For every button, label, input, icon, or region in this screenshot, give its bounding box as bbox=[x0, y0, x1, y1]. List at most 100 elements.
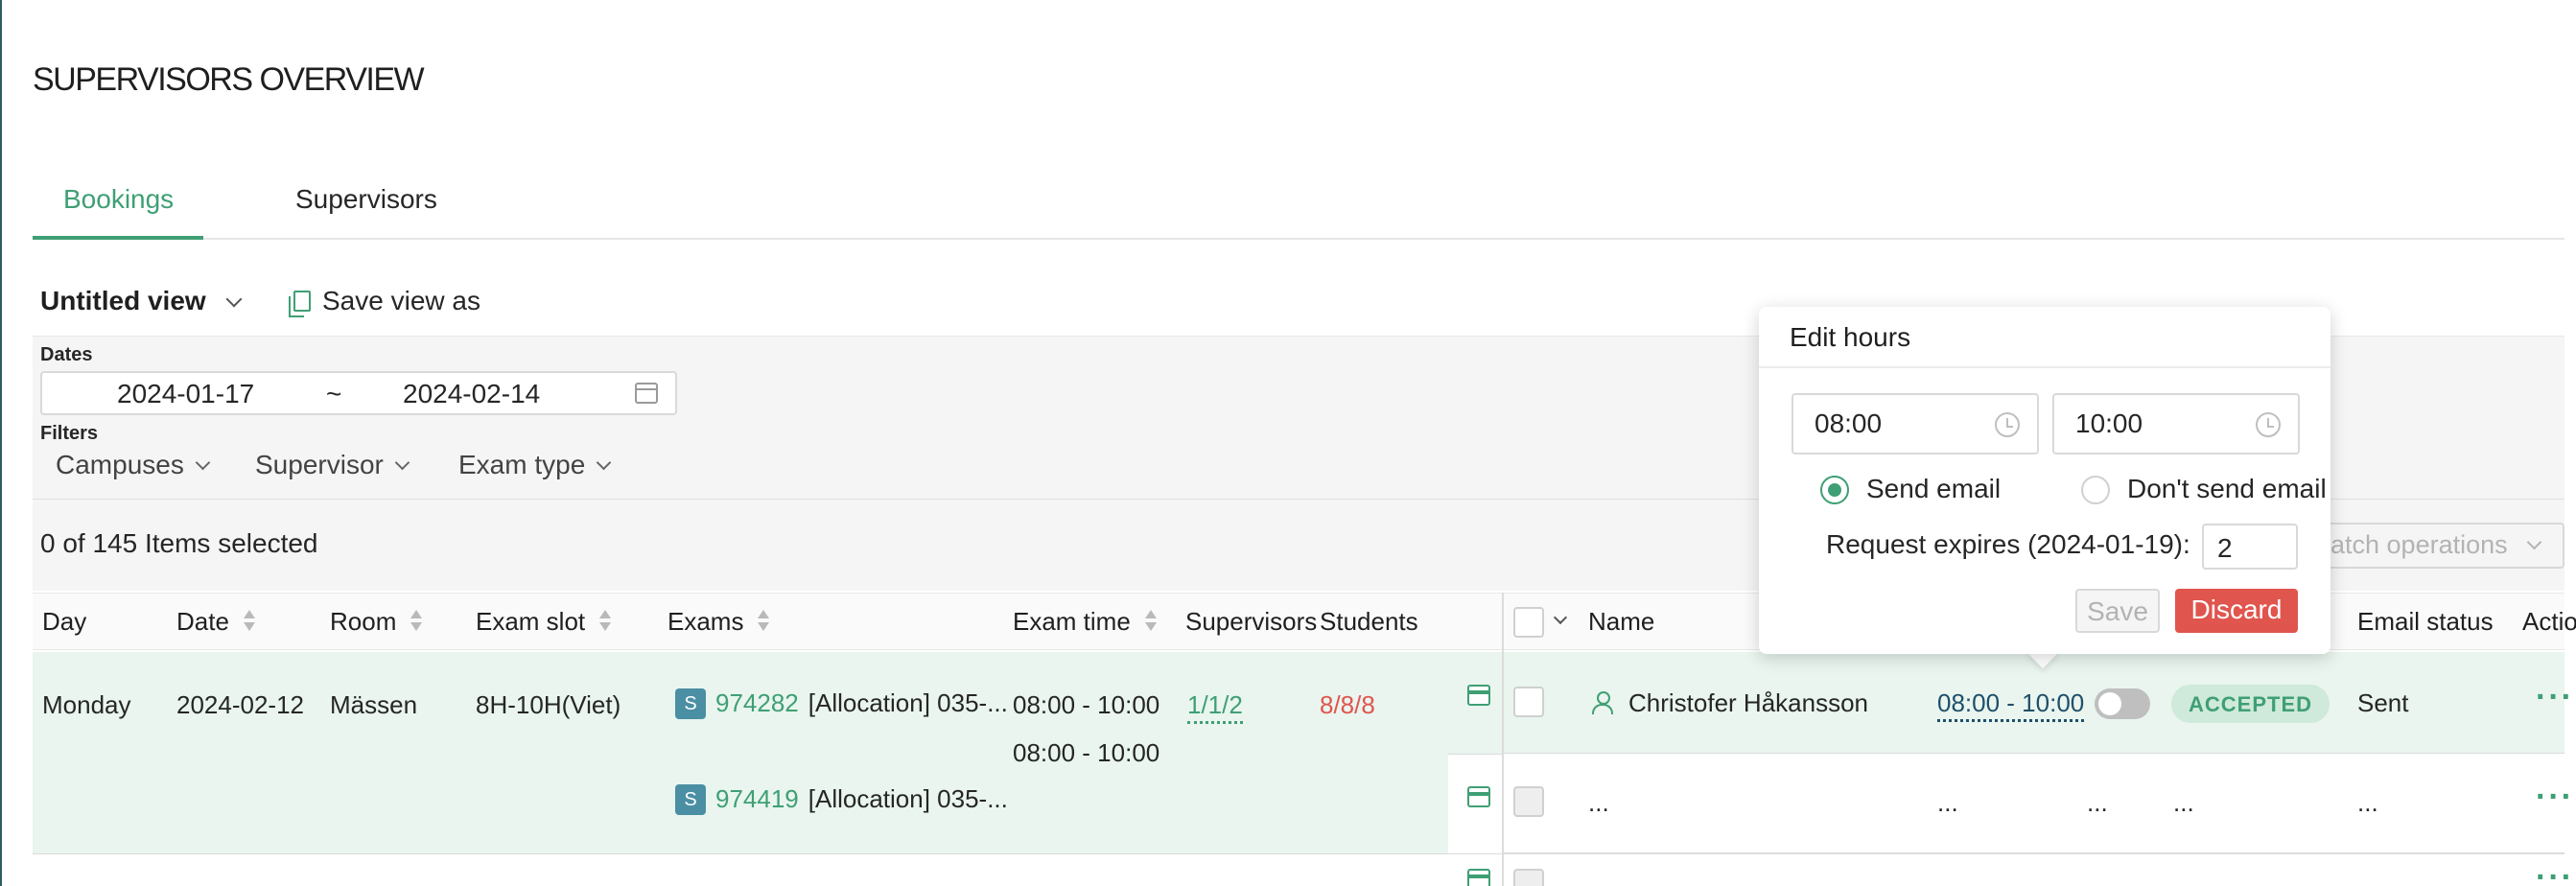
clock-icon bbox=[1995, 412, 2020, 437]
popover-title: Edit hours bbox=[1790, 322, 1911, 352]
filter-exam-type[interactable]: Exam type bbox=[458, 450, 612, 480]
chevron-down-icon bbox=[2526, 534, 2541, 550]
chevron-down-icon bbox=[195, 455, 211, 471]
date-start[interactable]: 2024-01-17 bbox=[117, 379, 254, 409]
row-checkbox bbox=[1513, 786, 1544, 817]
select-all-checkbox[interactable] bbox=[1513, 607, 1544, 638]
column-divider bbox=[1502, 593, 1504, 886]
dates-label: Dates bbox=[40, 344, 93, 365]
edit-hours-popover: Edit hours 08:00 10:00 Send email Don't … bbox=[1759, 307, 2330, 654]
sort-icon[interactable] bbox=[757, 610, 770, 633]
copy-icon bbox=[289, 291, 311, 317]
date-range-picker[interactable]: 2024-01-17 ~ 2024-02-14 bbox=[40, 371, 677, 415]
calendar-icon[interactable] bbox=[1467, 685, 1490, 706]
sort-icon[interactable] bbox=[598, 610, 612, 633]
cell-date: 2024-02-12 bbox=[176, 690, 304, 719]
filter-supervisor-label: Supervisor bbox=[255, 450, 384, 479]
view-selector[interactable]: Untitled view bbox=[40, 286, 206, 316]
cell-exam-time: 08:00 - 10:00 bbox=[1013, 690, 1160, 719]
more-actions-icon[interactable]: ··· bbox=[2536, 679, 2574, 716]
col-exam-slot[interactable]: Exam slot bbox=[476, 607, 612, 637]
discard-button[interactable]: Discard bbox=[2175, 589, 2298, 633]
left-edge-rule bbox=[0, 0, 2, 886]
filters-label: Filters bbox=[40, 423, 99, 444]
cell-exam-time: 08:00 - 10:00 bbox=[1013, 738, 1160, 767]
col-exam-time-label: Exam time bbox=[1013, 607, 1131, 636]
col-room-label: Room bbox=[330, 607, 397, 636]
calendar-icon[interactable] bbox=[635, 383, 658, 404]
chevron-down-icon bbox=[597, 455, 612, 471]
exam-title: [Allocation] 035-... bbox=[808, 688, 1008, 717]
sort-icon[interactable] bbox=[1144, 610, 1158, 633]
supervisors-count-link[interactable]: 1/1/2 bbox=[1187, 690, 1243, 724]
col-date-label: Date bbox=[176, 607, 229, 636]
dont-send-email-radio[interactable] bbox=[2081, 476, 2110, 504]
col-exam-slot-label: Exam slot bbox=[476, 607, 586, 636]
request-expires-label: Request expires (2024-01-19): bbox=[1826, 529, 2190, 559]
tab-bar: Bookings Supervisors bbox=[33, 173, 2564, 240]
end-time-input[interactable]: 10:00 bbox=[2052, 393, 2300, 455]
filter-campuses-label: Campuses bbox=[56, 450, 184, 479]
exam-code-link[interactable]: 974419 bbox=[715, 784, 799, 813]
start-time-value: 08:00 bbox=[1815, 408, 1883, 438]
col-students: Students bbox=[1320, 607, 1418, 636]
col-email-status: Email status bbox=[2357, 607, 2494, 636]
filter-supervisor[interactable]: Supervisor bbox=[255, 450, 410, 480]
cell-exam-slot: 8H-10H(Viet) bbox=[476, 690, 621, 719]
email-status: ... bbox=[2357, 788, 2378, 817]
exam-item: S 974282 [Allocation] 035-... bbox=[675, 688, 1008, 719]
start-time-input[interactable]: 08:00 bbox=[1791, 393, 2039, 455]
col-actions: Actio bbox=[2522, 607, 2576, 636]
col-name: Name bbox=[1588, 607, 1655, 636]
row-divider bbox=[33, 853, 2564, 854]
calendar-icon[interactable] bbox=[1467, 869, 1490, 886]
sort-icon[interactable] bbox=[410, 610, 423, 633]
chevron-down-icon[interactable] bbox=[1553, 610, 1568, 625]
supervisor-name: Christofer Håkansson bbox=[1592, 688, 1868, 718]
tab-supervisors[interactable]: Supervisors bbox=[295, 184, 437, 215]
dont-send-email-label[interactable]: Don't send email bbox=[2127, 474, 2327, 504]
chevron-down-icon bbox=[394, 455, 410, 471]
user-icon bbox=[1592, 691, 1613, 714]
more-actions-icon[interactable]: ··· bbox=[2536, 779, 2574, 816]
supervisor-toggle-placeholder: ... bbox=[2087, 788, 2108, 817]
exam-type-badge: S bbox=[675, 688, 706, 719]
more-actions-icon[interactable]: ··· bbox=[2536, 859, 2574, 886]
col-room[interactable]: Room bbox=[330, 607, 423, 637]
col-date[interactable]: Date bbox=[176, 607, 256, 637]
send-email-radio[interactable] bbox=[1820, 476, 1849, 504]
save-view-as-button[interactable]: Save view as bbox=[289, 286, 480, 317]
status-badge: ACCEPTED bbox=[2171, 685, 2330, 723]
calendar-icon[interactable] bbox=[1467, 786, 1490, 807]
active-tab-indicator bbox=[33, 236, 203, 240]
batch-operations-button[interactable]: Batch operations bbox=[2296, 523, 2564, 569]
col-day: Day bbox=[42, 607, 87, 636]
col-exams[interactable]: Exams bbox=[667, 607, 770, 637]
supervisor-toggle[interactable] bbox=[2095, 688, 2150, 719]
email-status: Sent bbox=[2357, 688, 2409, 717]
clock-icon bbox=[2256, 412, 2281, 437]
batch-operations-label: Batch operations bbox=[2313, 530, 2508, 559]
supervisor-hours[interactable]: 08:00 - 10:00 bbox=[1937, 688, 2085, 722]
sort-icon[interactable] bbox=[243, 610, 256, 633]
row-checkbox[interactable] bbox=[1513, 687, 1544, 717]
cell-students: 8/8/8 bbox=[1320, 690, 1375, 719]
cell-supervisors[interactable]: 1/1/2 bbox=[1187, 690, 1243, 724]
chevron-down-icon[interactable] bbox=[225, 291, 243, 308]
supervisor-name-text: Christofer Håkansson bbox=[1628, 688, 1868, 717]
col-exam-time[interactable]: Exam time bbox=[1013, 607, 1158, 637]
supervisor-hours: ... bbox=[1937, 788, 1958, 817]
send-email-label[interactable]: Send email bbox=[1866, 474, 2001, 504]
request-expires-input[interactable]: 2 bbox=[2202, 524, 2298, 570]
page-title: SUPERVISORS OVERVIEW bbox=[33, 61, 425, 98]
tab-bookings[interactable]: Bookings bbox=[63, 184, 174, 215]
save-view-as-label: Save view as bbox=[322, 286, 480, 315]
exam-item: S 974419 [Allocation] 035-... bbox=[675, 784, 1008, 815]
exam-code-link[interactable]: 974282 bbox=[715, 688, 799, 717]
table-row bbox=[33, 652, 1502, 853]
save-button[interactable]: Save bbox=[2075, 589, 2160, 633]
filter-campuses[interactable]: Campuses bbox=[56, 450, 211, 480]
date-end[interactable]: 2024-02-14 bbox=[403, 379, 540, 409]
hours-link[interactable]: 08:00 - 10:00 bbox=[1937, 688, 2085, 722]
status-placeholder: ... bbox=[2173, 788, 2194, 817]
